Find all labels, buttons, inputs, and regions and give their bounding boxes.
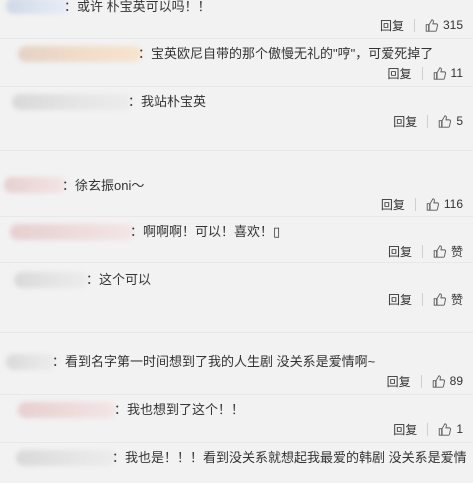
like-count: 116	[443, 197, 463, 211]
action-separator	[427, 114, 429, 128]
divider	[0, 442, 473, 443]
like-count: 5	[456, 114, 463, 128]
like-button[interactable]: 315	[425, 18, 463, 32]
comment-text: ：或许 朴宝英可以吗！！	[64, 0, 211, 14]
divider	[0, 216, 473, 217]
divider	[0, 394, 473, 395]
blurred-username	[18, 402, 116, 418]
blurred-username	[6, 0, 70, 14]
comment-text: ：这个可以	[86, 272, 152, 287]
blurred-username	[4, 177, 66, 193]
comment-actions: 回复 1	[393, 420, 463, 438]
blurred-username	[6, 354, 56, 370]
blurred-username	[18, 46, 142, 62]
blurred-username	[14, 272, 88, 288]
action-separator	[414, 197, 416, 211]
action-separator	[421, 292, 423, 306]
reply-button[interactable]: 回复	[393, 421, 417, 438]
thumbs-up-icon	[433, 244, 446, 258]
like-button[interactable]: 赞	[433, 291, 463, 308]
thumbs-up-icon	[432, 374, 445, 388]
comment-text: ：我站朴宝英	[128, 94, 207, 109]
like-button[interactable]: 116	[426, 197, 463, 211]
like-button[interactable]: 1	[438, 422, 463, 436]
blurred-username	[12, 94, 132, 110]
like-count: 315	[442, 18, 463, 32]
like-count: 赞	[450, 292, 463, 307]
comment-actions: 回复 赞	[388, 290, 463, 308]
divider	[0, 332, 473, 333]
like-count: 11	[450, 66, 463, 80]
like-count: 89	[449, 374, 463, 388]
blurred-username	[10, 224, 134, 240]
comment-text: ：看到名字第一时间想到了我的人生剧 没关系是爱情啊~	[52, 354, 376, 369]
like-count: 赞	[450, 244, 463, 259]
comment-actions: 回复 116	[381, 195, 463, 213]
reply-button[interactable]: 回复	[388, 291, 412, 308]
comment-actions: 回复 11	[388, 64, 463, 82]
like-button[interactable]: 11	[433, 66, 463, 80]
thumbs-up-icon	[433, 292, 446, 306]
action-separator	[427, 422, 429, 436]
divider	[0, 86, 473, 87]
reply-button[interactable]: 回复	[381, 196, 405, 213]
reply-button[interactable]: 回复	[393, 113, 417, 130]
reply-button[interactable]: 回复	[388, 243, 412, 260]
action-separator	[421, 244, 423, 258]
thumbs-up-icon	[426, 197, 439, 211]
thumbs-up-icon	[439, 422, 452, 436]
reply-button[interactable]: 回复	[388, 65, 412, 82]
thumbs-up-icon	[425, 18, 438, 32]
comment-actions: 回复 赞	[388, 242, 463, 260]
comment-text: ：啊啊啊！可以！喜欢！▯	[130, 224, 281, 239]
divider	[0, 150, 473, 151]
blurred-username	[16, 450, 116, 466]
divider	[0, 38, 473, 39]
thumbs-up-icon	[433, 66, 446, 80]
action-separator	[421, 66, 423, 80]
action-separator	[413, 18, 415, 32]
comment-text: ：徐玄振oni～	[62, 178, 145, 193]
comment-actions: 回复 315	[380, 16, 463, 34]
action-separator	[420, 374, 422, 388]
like-button[interactable]: 5	[438, 114, 463, 128]
comment-feed: ：或许 朴宝英可以吗！！ 回复 315 ：宝英欧尼自带的那个傲慢无礼的"哼"，可…	[0, 0, 473, 483]
thumbs-up-icon	[439, 114, 452, 128]
comment-text: ：我也想到了这个！！	[114, 402, 245, 417]
comment-actions: 回复 5	[393, 112, 463, 130]
divider	[0, 262, 473, 263]
comment-text: ：我也是！！！看到没关系就想起我最爱的韩剧 没关系是爱情	[112, 450, 467, 465]
like-button[interactable]: 赞	[433, 243, 463, 260]
reply-button[interactable]: 回复	[380, 17, 404, 34]
like-count: 1	[456, 422, 463, 436]
comment-actions: 回复 89	[387, 372, 463, 390]
reply-button[interactable]: 回复	[387, 373, 411, 390]
comment-text: ：宝英欧尼自带的那个傲慢无礼的"哼"，可爱死掉了	[138, 46, 434, 61]
like-button[interactable]: 89	[432, 374, 463, 388]
